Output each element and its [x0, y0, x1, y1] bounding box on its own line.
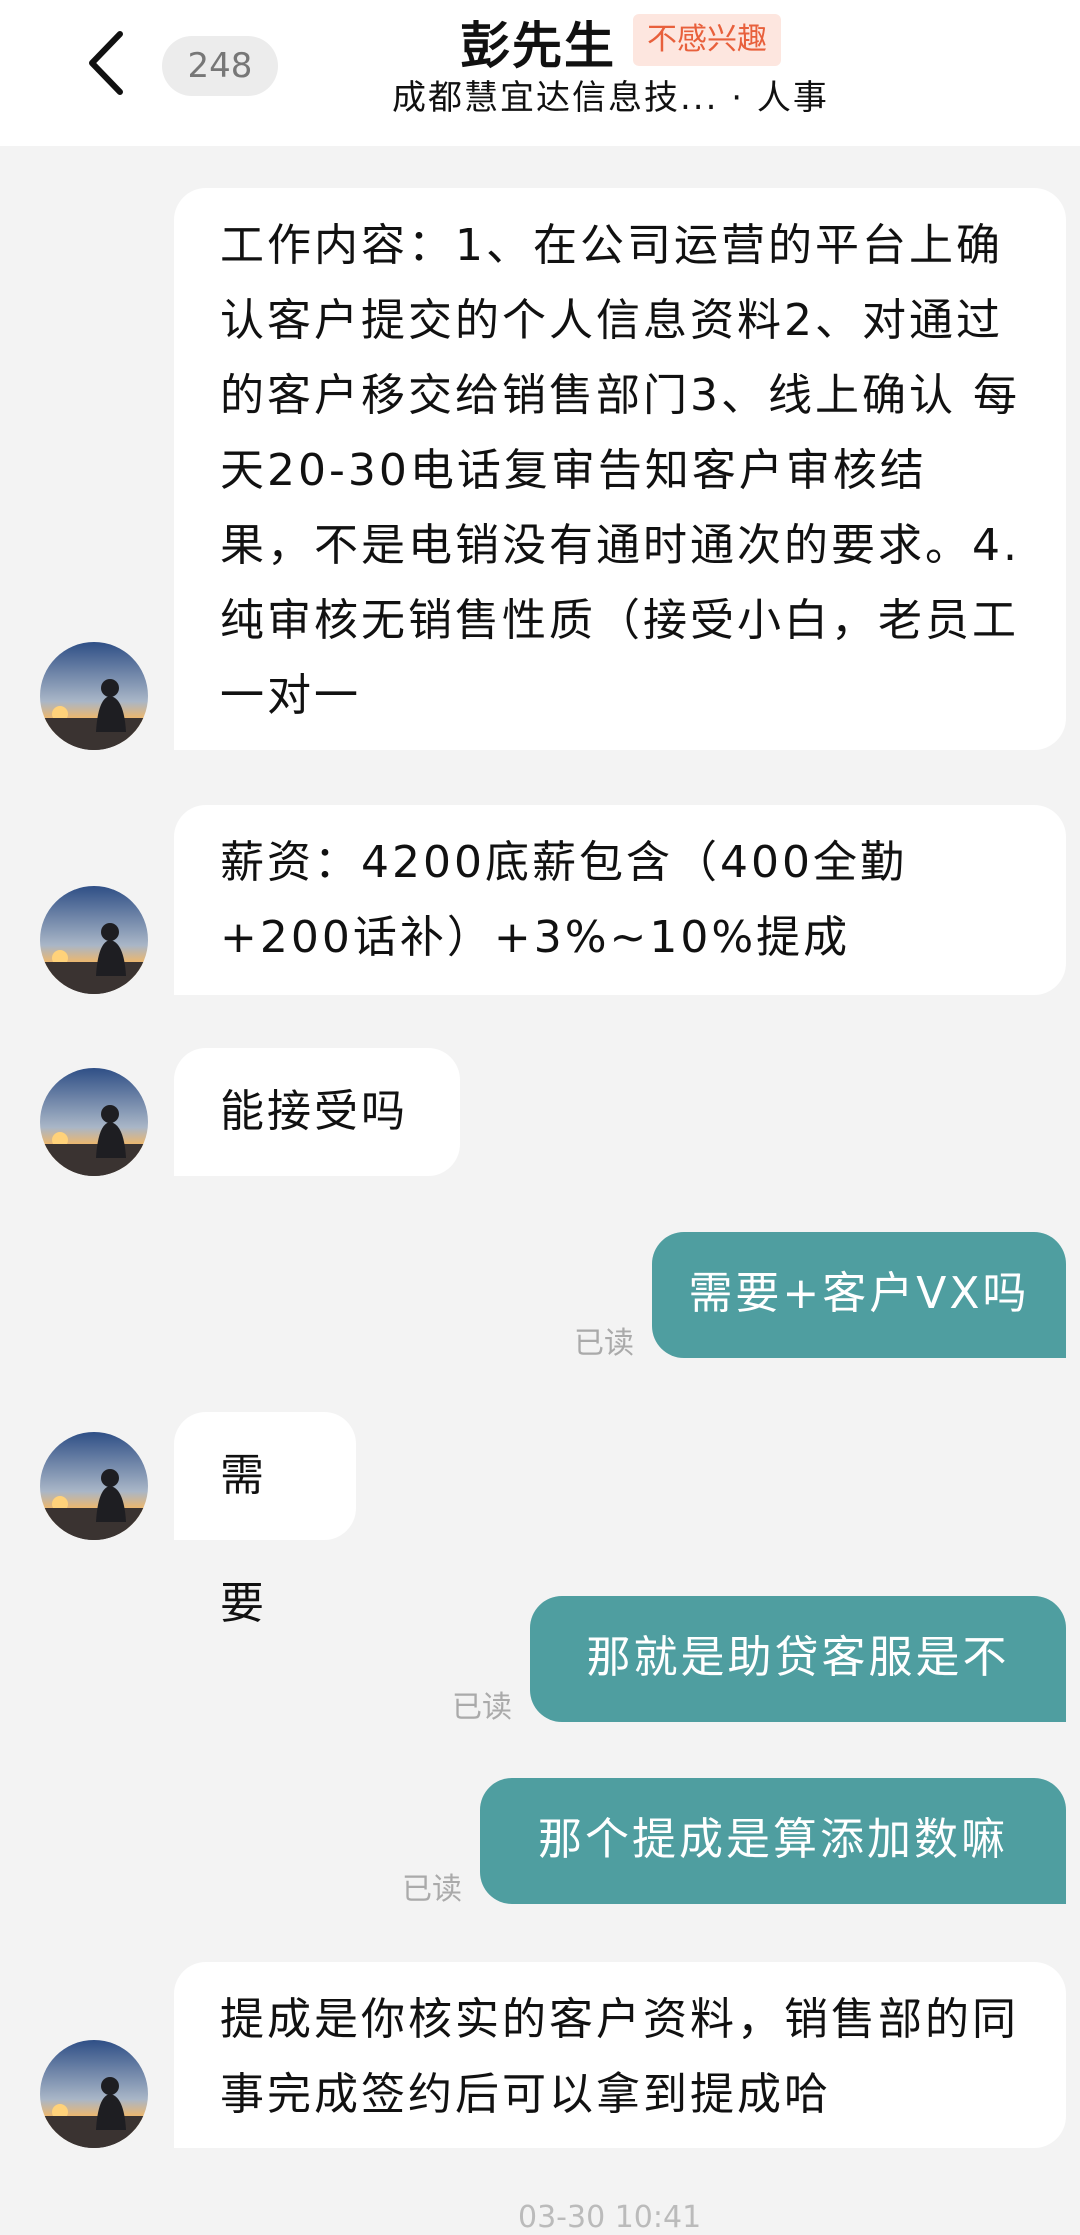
chat-header: 248 彭先生 不感兴趣 成都慧宜达信息技... · 人事: [0, 0, 1080, 146]
message-bubble[interactable]: 薪资：4200底薪包含（400全勤+200话补）+3%~10%提成: [174, 805, 1066, 995]
unread-count-badge[interactable]: 248: [162, 36, 278, 96]
read-status: 已读: [574, 1326, 634, 1361]
contact-avatar[interactable]: [40, 642, 148, 750]
my-message-bubble[interactable]: 那个提成是算添加数嘛: [480, 1778, 1066, 1904]
message-bubble[interactable]: 需要: [174, 1412, 356, 1629]
read-status: 已读: [452, 1690, 512, 1725]
chevron-left-icon[interactable]: [80, 28, 140, 98]
my-message-bubble[interactable]: 那就是助贷客服是不: [530, 1596, 1066, 1722]
contact-avatar[interactable]: [40, 2040, 148, 2148]
read-status: 已读: [402, 1872, 462, 1907]
not-interested-button[interactable]: 不感兴趣: [633, 14, 781, 66]
message-bubble[interactable]: 工作内容：1、在公司运营的平台上确认客户提交的个人信息资料2、对通过的客户移交给…: [174, 188, 1066, 750]
contact-avatar[interactable]: [40, 886, 148, 994]
timestamp: 03-30 10:41: [518, 2200, 702, 2235]
contact-avatar[interactable]: [40, 1068, 148, 1176]
message-bubble[interactable]: 提成是你核实的客户资料，销售部的同事完成签约后可以拿到提成哈: [174, 1962, 1066, 2148]
message-bubble[interactable]: 能接受吗: [174, 1048, 460, 1176]
contact-avatar[interactable]: [40, 1432, 148, 1540]
my-message-bubble[interactable]: 需要+客户VX吗: [652, 1232, 1066, 1358]
contact-name: 彭先生: [460, 17, 616, 75]
company-role-subtitle: 成都慧宜达信息技... · 人事: [392, 78, 829, 118]
